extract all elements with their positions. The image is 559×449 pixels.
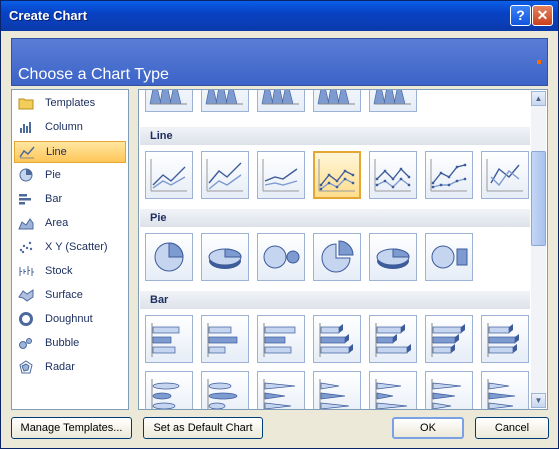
chart-thumb-line[interactable] [257,151,305,199]
section-label: Line [150,130,173,142]
section-header-bar: Bar [140,291,530,309]
surface-chart-icon [18,288,34,302]
chart-thumb-bar[interactable] [369,371,417,409]
chart-thumb-line[interactable] [313,151,361,199]
column-chart-icon [18,120,34,134]
chart-thumb-bar[interactable] [425,371,473,409]
chart-thumb-bar[interactable] [201,315,249,363]
chart-thumb-bar[interactable] [481,371,529,409]
chart-thumb-pie[interactable] [313,233,361,281]
chart-thumb-line[interactable] [145,151,193,199]
category-item-line[interactable]: Line [14,141,126,163]
section-header-pie: Pie [140,209,530,227]
ok-button[interactable]: OK [392,417,464,439]
chart-thumb-area[interactable] [145,90,193,112]
doughnut-chart-icon [18,312,34,326]
chart-thumb-line[interactable] [201,151,249,199]
radar-chart-icon [18,360,34,374]
set-default-chart-button[interactable]: Set as Default Chart [143,417,263,439]
category-item-doughnut[interactable]: Doughnut [14,309,126,331]
folder-icon [18,96,34,110]
category-item-bar[interactable]: Bar [14,189,126,211]
category-item-pie[interactable]: Pie [14,165,126,187]
bubble-chart-icon [18,336,34,350]
scroll-up-button[interactable]: ▲ [531,91,546,106]
chart-thumb-bar[interactable] [145,315,193,363]
section-label: Bar [150,294,169,306]
category-item-templates[interactable]: Templates [14,93,126,115]
header-title: Choose a Chart Type [18,66,169,83]
category-item-column[interactable]: Column [14,117,126,139]
category-label: Area [45,217,69,229]
category-label: Bar [45,193,63,205]
chart-category-list: Templates Column Line Pie Bar Area X Y (Scatte… [11,89,129,410]
chart-thumb-bar[interactable] [145,371,193,409]
chart-subtype-gallery: Line Pie Bar ▲ ▼ [138,89,548,410]
pie-chart-icon [18,168,34,182]
category-label: Bubble [45,337,80,349]
chart-thumb-bar[interactable] [313,315,361,363]
stock-chart-icon [18,264,34,278]
category-label: Doughnut [45,313,93,325]
title-bar[interactable]: Create Chart ? ✕ [1,1,558,31]
cancel-button[interactable]: Cancel [475,417,549,439]
close-button[interactable]: ✕ [532,5,553,26]
chart-thumb-pie[interactable] [425,233,473,281]
scatter-chart-icon [18,240,34,254]
category-item-surface[interactable]: Surface [14,285,126,307]
category-label: Line [46,146,67,158]
category-item-area[interactable]: Area [14,213,126,235]
category-label: Radar [45,361,75,373]
category-label: X Y (Scatter) [45,241,108,253]
chart-thumb-bar[interactable] [257,371,305,409]
chart-thumb-area[interactable] [201,90,249,112]
category-item-radar[interactable]: Radar [14,357,126,379]
chart-thumb-area[interactable] [369,90,417,112]
area-chart-icon [18,216,34,230]
header-band: Choose a Chart Type [11,38,548,86]
chart-thumb-line[interactable] [481,151,529,199]
chart-thumb-line[interactable] [425,151,473,199]
chart-thumb-line[interactable] [369,151,417,199]
chart-thumb-pie[interactable] [257,233,305,281]
category-label: Column [45,121,83,133]
chart-thumb-bar[interactable] [425,315,473,363]
scroll-thumb[interactable] [531,151,546,246]
chart-thumb-bar[interactable] [257,315,305,363]
manage-templates-button[interactable]: Manage Templates... [11,417,132,439]
chart-thumb-area[interactable] [313,90,361,112]
scroll-down-button[interactable]: ▼ [531,393,546,408]
help-button[interactable]: ? [510,5,531,26]
header-accent-dot [537,60,541,64]
window-title: Create Chart [9,8,88,23]
category-label: Templates [45,97,96,109]
chart-thumb-bar[interactable] [201,371,249,409]
category-item-stock[interactable]: Stock [14,261,126,283]
category-label: Surface [45,289,83,301]
line-chart-icon [19,145,35,159]
create-chart-dialog: Create Chart ? ✕ Choose a Chart Type Tem… [0,0,559,449]
category-label: Stock [45,265,73,277]
chart-thumb-bar[interactable] [369,315,417,363]
category-item-x-y-scatter[interactable]: X Y (Scatter) [14,237,126,259]
section-header-line: Line [140,127,530,145]
section-label: Pie [150,212,167,224]
chart-thumb-pie[interactable] [369,233,417,281]
bar-chart-icon [18,192,34,206]
chart-thumb-bar[interactable] [481,315,529,363]
chart-thumb-bar[interactable] [313,371,361,409]
category-label: Pie [45,169,61,181]
chart-thumb-pie[interactable] [145,233,193,281]
chart-thumb-area[interactable] [257,90,305,112]
chart-thumb-pie[interactable] [201,233,249,281]
category-item-bubble[interactable]: Bubble [14,333,126,355]
gallery-scrollbar[interactable]: ▲ ▼ [531,91,546,408]
